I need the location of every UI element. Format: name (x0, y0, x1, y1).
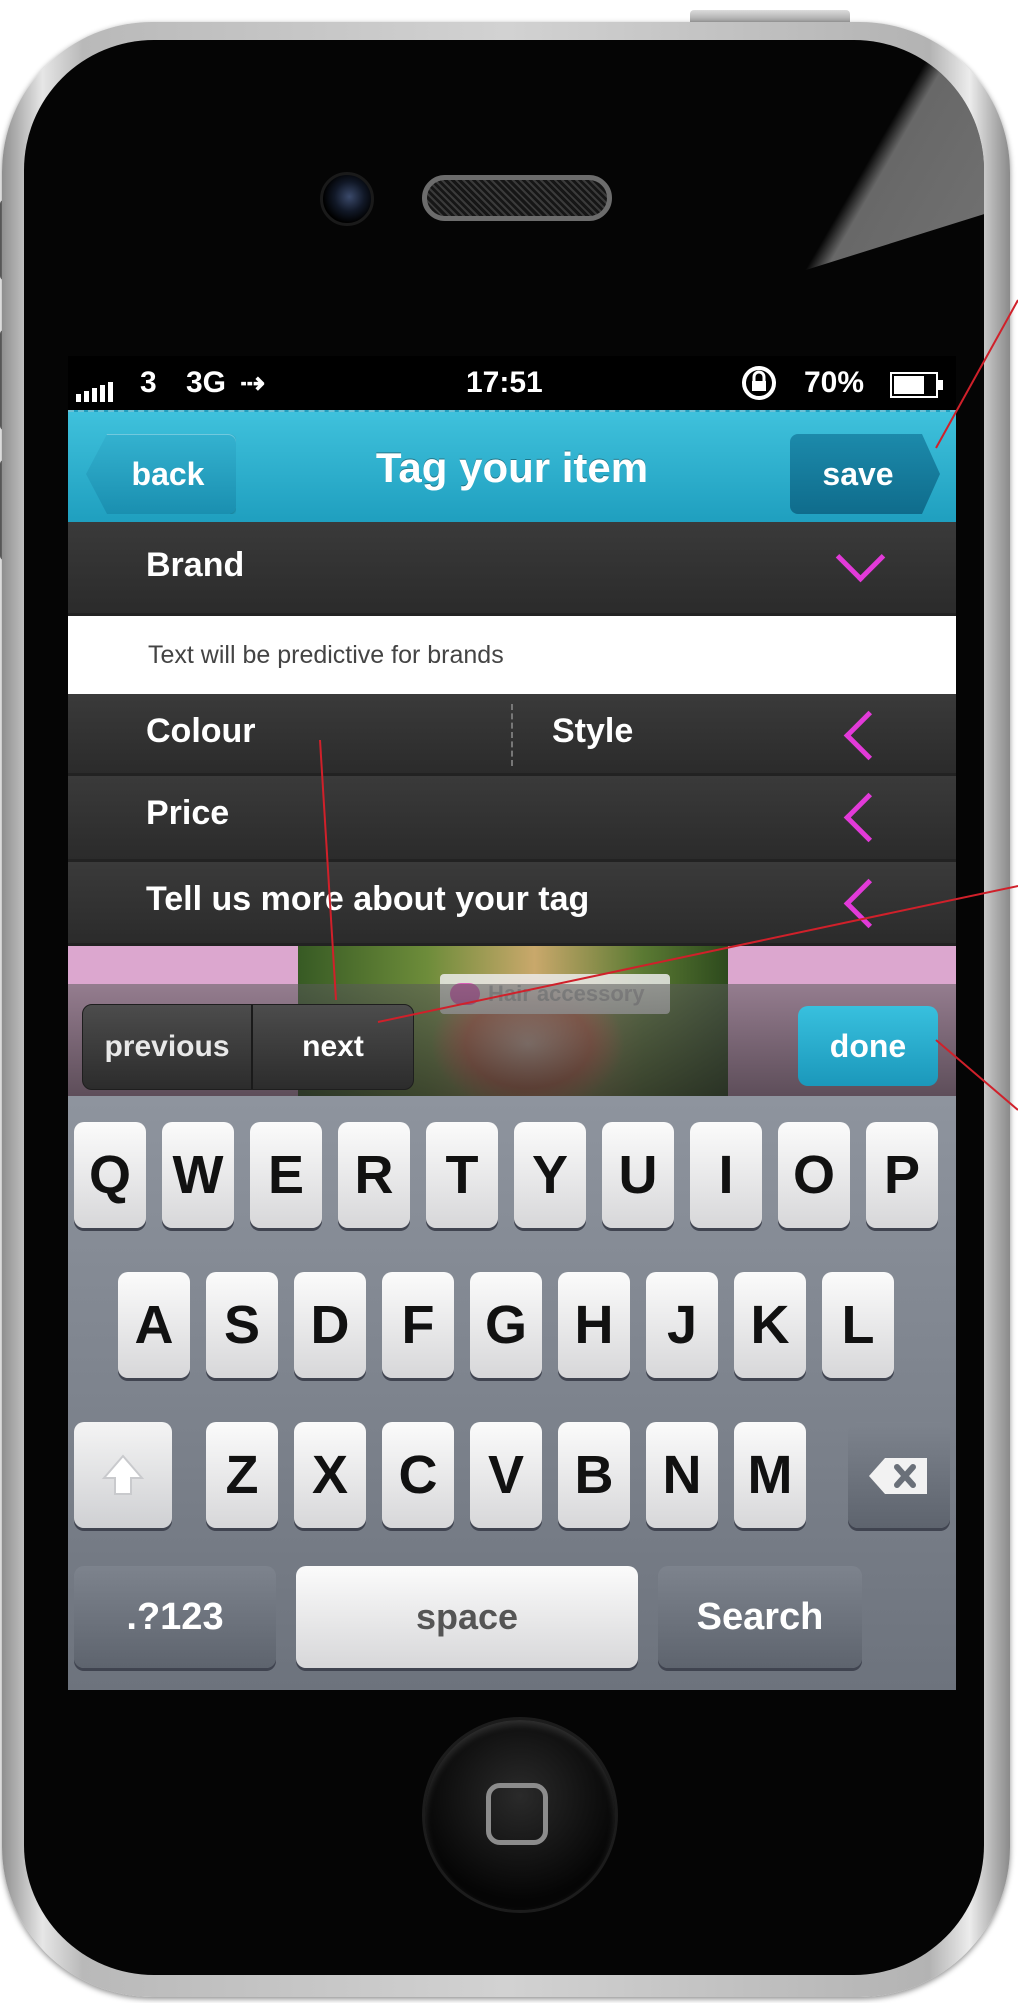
brand-label: Brand (146, 546, 245, 584)
keyboard: Q W E R T Y U I O P A S D F G H J K L Z … (68, 1096, 956, 1690)
key-z[interactable]: Z (206, 1422, 278, 1528)
key-n[interactable]: N (646, 1422, 718, 1528)
key-u[interactable]: U (602, 1122, 674, 1228)
carrier-label: 3 (140, 366, 157, 399)
row-divider (511, 704, 513, 766)
price-row[interactable]: Price (68, 776, 956, 862)
phone-screen: 3 3G ⇢ 17:51 70% Tag your item back save… (68, 356, 956, 1690)
space-bar[interactable]: space (296, 1566, 638, 1668)
key-d[interactable]: D (294, 1272, 366, 1378)
key-p[interactable]: P (866, 1122, 938, 1228)
key-y[interactable]: Y (514, 1122, 586, 1228)
battery-icon (890, 372, 944, 406)
status-time: 17:51 (466, 366, 543, 399)
key-o[interactable]: O (778, 1122, 850, 1228)
key-h[interactable]: H (558, 1272, 630, 1378)
tell-us-more-label: Tell us more about your tag (146, 880, 590, 918)
key-s[interactable]: S (206, 1272, 278, 1378)
chevron-left-icon[interactable] (843, 710, 894, 761)
brand-row[interactable]: Brand (68, 522, 956, 616)
brand-input[interactable] (68, 616, 956, 694)
chevron-down-icon (835, 532, 886, 583)
previous-button[interactable]: previous (83, 1005, 253, 1089)
key-q[interactable]: Q (74, 1122, 146, 1228)
save-button[interactable]: save (790, 434, 940, 514)
status-bar: 3 3G ⇢ 17:51 70% (68, 356, 956, 410)
shift-arrow-icon (101, 1454, 145, 1495)
key-a[interactable]: A (118, 1272, 190, 1378)
chevron-left-icon (843, 878, 894, 929)
back-button[interactable]: back (86, 434, 236, 514)
key-e[interactable]: E (250, 1122, 322, 1228)
call-forward-icon: ⇢ (240, 367, 266, 400)
key-c[interactable]: C (382, 1422, 454, 1528)
search-key[interactable]: Search (658, 1566, 862, 1668)
chevron-left-icon (843, 792, 894, 843)
key-w[interactable]: W (162, 1122, 234, 1228)
key-j[interactable]: J (646, 1272, 718, 1378)
keyboard-toolbar: previous next done (68, 984, 956, 1096)
price-label: Price (146, 794, 230, 832)
delete-key[interactable] (848, 1422, 950, 1528)
key-g[interactable]: G (470, 1272, 542, 1378)
front-camera (320, 172, 374, 226)
colour-style-row: Colour Style (68, 694, 956, 776)
battery-percent: 70% (804, 366, 865, 399)
done-button[interactable]: done (798, 1006, 938, 1086)
key-t[interactable]: T (426, 1122, 498, 1228)
key-x[interactable]: X (294, 1422, 366, 1528)
key-v[interactable]: V (470, 1422, 542, 1528)
network-type: 3G (186, 366, 227, 399)
key-r[interactable]: R (338, 1122, 410, 1228)
key-f[interactable]: F (382, 1272, 454, 1378)
numbers-key[interactable]: .?123 (74, 1566, 276, 1668)
shift-key[interactable] (74, 1422, 172, 1528)
prev-next-control: previous next (82, 1004, 414, 1090)
key-m[interactable]: M (734, 1422, 806, 1528)
earpiece-speaker (422, 175, 612, 221)
style-selector[interactable]: Style (552, 712, 633, 751)
key-l[interactable]: L (822, 1272, 894, 1378)
rotation-lock-icon (740, 364, 778, 410)
key-b[interactable]: B (558, 1422, 630, 1528)
colour-selector[interactable]: Colour (146, 712, 256, 751)
backspace-icon (869, 1458, 927, 1494)
nav-bar: Tag your item back save (68, 410, 956, 522)
key-i[interactable]: I (690, 1122, 762, 1228)
signal-bars-icon (76, 376, 120, 410)
home-square-icon (486, 1783, 548, 1845)
tell-us-more-row[interactable]: Tell us more about your tag (68, 862, 956, 946)
next-button[interactable]: next (253, 1005, 413, 1089)
key-k[interactable]: K (734, 1272, 806, 1378)
